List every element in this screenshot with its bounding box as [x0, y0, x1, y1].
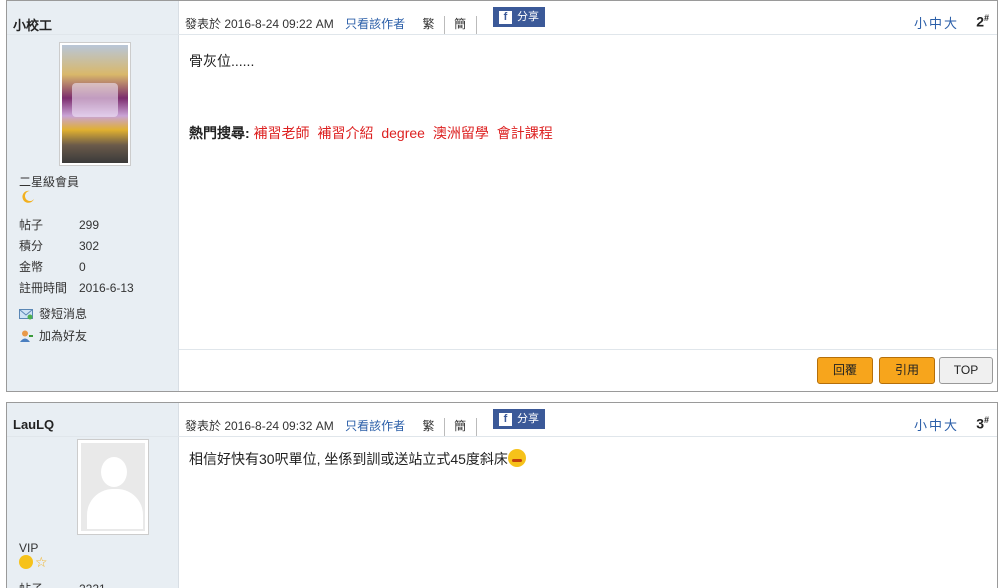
reply-button[interactable]: 回覆	[817, 357, 873, 384]
stat-posts: 帖子2221	[19, 579, 106, 588]
floor-number[interactable]: 3#	[976, 415, 989, 432]
send-message-link[interactable]: 發短消息	[19, 305, 87, 322]
author-username[interactable]: 小校工	[13, 15, 52, 34]
star-icon: ☆	[35, 554, 48, 570]
traditional-link[interactable]: 繁	[422, 17, 434, 31]
vip-rank-icons: ☆	[19, 555, 49, 569]
author-stats: 帖子2221	[19, 579, 106, 588]
hot-keyword-link[interactable]: degree	[381, 125, 425, 141]
post-content: 相信好快有30呎單位, 坐係到訓或送站立式45度斜床	[189, 449, 526, 469]
smiley-icon	[19, 555, 33, 569]
post-time: 發表於 2016-8-24 09:32 AM	[185, 419, 334, 433]
author-avatar[interactable]	[77, 439, 149, 535]
divider	[443, 15, 445, 34]
facebook-icon: f	[499, 10, 512, 24]
simplified-link[interactable]: 簡	[454, 419, 466, 433]
post-main: 發表於 2016-8-24 09:32 AM 只看該作者 繁 簡 f 分享 小中…	[179, 403, 997, 588]
post-content: 骨灰位......	[189, 53, 255, 69]
top-button[interactable]: TOP	[939, 357, 993, 384]
post-floor-3: LauLQ VIP ☆ 帖子2221 發表於 2016-8-24 09:32 A…	[6, 402, 998, 588]
hot-keyword-link[interactable]: 澳洲留學	[433, 125, 489, 141]
stat-posts: 帖子 299	[19, 218, 100, 232]
author-sidebar: 小校工 二星級會員 帖子 299 積分 302 金幣 0 註冊時間 2016-6-13 …	[7, 1, 179, 391]
quote-button[interactable]: 引用	[879, 357, 935, 384]
facebook-share-button[interactable]: f 分享	[493, 409, 545, 429]
traditional-link[interactable]: 繁	[422, 419, 434, 433]
add-friend-icon	[20, 330, 33, 342]
post-floor-2: 小校工 二星級會員 帖子 299 積分 302 金幣 0 註冊時間 2016-6-13 …	[6, 0, 998, 392]
post-header: 發表於 2016-8-24 09:32 AM 只看該作者 繁 簡 f 分享 小中…	[179, 403, 997, 437]
message-icon	[19, 308, 33, 319]
divider	[443, 417, 445, 436]
post-time: 發表於 2016-8-24 09:22 AM	[185, 17, 334, 31]
hot-search-label: 熱門搜尋:	[189, 125, 250, 141]
stat-coins: 金幣 0	[19, 260, 86, 274]
hot-keyword-link[interactable]: 補習介紹	[317, 125, 373, 141]
divider	[475, 417, 477, 436]
simplified-link[interactable]: 簡	[454, 17, 466, 31]
author-rank: 二星級會員	[19, 175, 80, 189]
font-size-switch[interactable]: 小中大	[914, 415, 959, 434]
post-header: 發表於 2016-8-24 09:22 AM 只看該作者 繁 簡 f 分享 小中…	[179, 1, 997, 35]
author-username[interactable]: LauLQ	[13, 417, 54, 432]
author-rank: VIP	[19, 541, 39, 555]
laughing-emoji-icon	[507, 449, 526, 467]
hot-keyword-link[interactable]: 會計課程	[497, 125, 553, 141]
divider	[475, 15, 477, 34]
hot-keyword-link[interactable]: 補習老師	[254, 125, 310, 141]
facebook-share-button[interactable]: f 分享	[493, 7, 545, 27]
only-author-link[interactable]: 只看該作者	[345, 17, 405, 31]
post-main: 發表於 2016-8-24 09:22 AM 只看該作者 繁 簡 f 分享 小中…	[179, 1, 997, 391]
stat-register-date: 註冊時間 2016-6-13	[19, 281, 134, 295]
font-size-switch[interactable]: 小中大	[914, 13, 959, 32]
stat-points: 積分 302	[19, 239, 100, 253]
hot-search: 熱門搜尋: 補習老師 補習介紹 degree 澳洲留學 會計課程	[189, 123, 557, 143]
add-friend-link[interactable]: 加為好友	[19, 327, 87, 344]
author-avatar[interactable]	[59, 42, 131, 166]
facebook-icon: f	[499, 412, 512, 426]
moon-rank-icon	[22, 190, 34, 203]
floor-number[interactable]: 2#	[976, 13, 989, 30]
author-stats: 帖子 299 積分 302 金幣 0 註冊時間 2016-6-13	[19, 215, 134, 299]
only-author-link[interactable]: 只看該作者	[345, 419, 405, 433]
post-footer: 回覆 引用 TOP	[179, 349, 997, 391]
author-sidebar: LauLQ VIP ☆ 帖子2221	[7, 403, 179, 588]
